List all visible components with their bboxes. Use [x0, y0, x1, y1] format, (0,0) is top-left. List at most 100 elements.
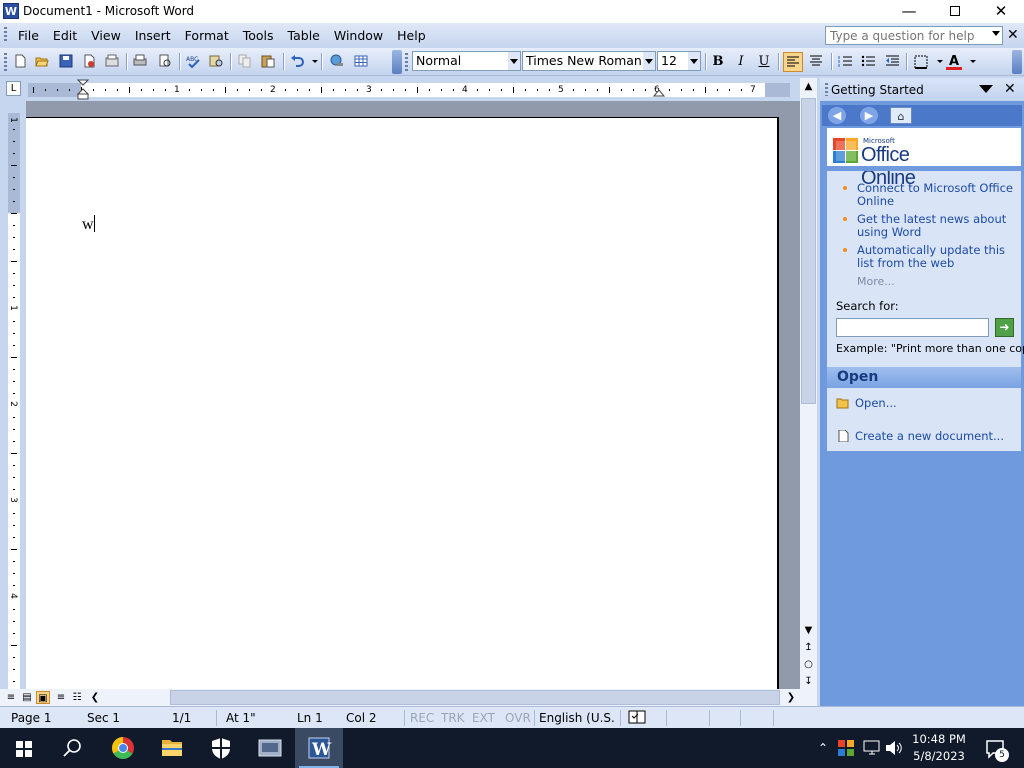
save-button[interactable]: [57, 52, 75, 70]
bullets-button[interactable]: [858, 52, 878, 72]
status-rec[interactable]: REC: [410, 711, 434, 725]
indent-marker[interactable]: [77, 79, 89, 101]
menu-window[interactable]: Window: [327, 27, 390, 44]
menu-help[interactable]: Help: [390, 27, 433, 44]
open-button[interactable]: [33, 52, 51, 70]
search-go-button[interactable]: ➜: [995, 318, 1014, 337]
chrome-taskbar-button[interactable]: [99, 728, 147, 768]
outline-view-button[interactable]: ≡: [54, 691, 68, 704]
font-size-dropdown-arrow[interactable]: [688, 52, 700, 70]
font-dropdown-arrow[interactable]: [643, 52, 655, 70]
search-button[interactable]: [48, 728, 96, 768]
maximize-button[interactable]: [932, 0, 978, 23]
borders-dropdown[interactable]: [932, 52, 943, 70]
insert-table-button[interactable]: [352, 52, 370, 70]
copy-button[interactable]: [236, 52, 254, 70]
browse-object-button[interactable]: ○: [800, 656, 817, 673]
menu-file[interactable]: File: [11, 27, 46, 44]
menu-table[interactable]: Table: [281, 27, 327, 44]
print-preview-button[interactable]: [156, 52, 174, 70]
font-size-combo[interactable]: 12: [657, 51, 701, 71]
volume-icon[interactable]: [884, 728, 904, 768]
style-combo[interactable]: Normal: [412, 51, 521, 71]
italic-button[interactable]: I: [731, 52, 751, 72]
open-file-link[interactable]: Open...: [836, 396, 897, 410]
word-app-icon[interactable]: W: [3, 3, 19, 19]
spelling-button[interactable]: ABC: [184, 52, 202, 70]
task-pane-menu-arrow[interactable]: [979, 85, 993, 93]
vertical-scrollbar[interactable]: ▲ ▼ ↥ ○ ↧: [800, 78, 817, 689]
more-link[interactable]: More...: [857, 275, 895, 288]
start-button[interactable]: [0, 728, 48, 768]
security-taskbar-button[interactable]: [197, 728, 245, 768]
print-layout-button[interactable]: ▣: [36, 691, 50, 704]
normal-view-button[interactable]: ≡: [4, 691, 18, 704]
show-hidden-icons-button[interactable]: ⌃: [814, 728, 832, 768]
align-left-button[interactable]: [783, 52, 803, 72]
borders-button[interactable]: [911, 52, 931, 72]
email-button[interactable]: [103, 52, 121, 70]
close-document-button[interactable]: ✕: [1007, 27, 1019, 43]
font-color-button[interactable]: A: [944, 52, 964, 72]
control-panel-taskbar-button[interactable]: [246, 728, 294, 768]
formatting-options-chevron[interactable]: [1012, 50, 1022, 74]
scroll-down-button[interactable]: ▼: [800, 622, 817, 639]
style-dropdown-arrow[interactable]: [508, 52, 520, 70]
font-combo[interactable]: Times New Roman: [522, 51, 656, 71]
numbering-button[interactable]: [835, 52, 855, 72]
bold-button[interactable]: B: [708, 52, 728, 72]
menu-insert[interactable]: Insert: [128, 27, 178, 44]
scroll-up-button[interactable]: ▲: [800, 78, 817, 95]
toolbar-options-chevron[interactable]: [392, 50, 402, 74]
center-button[interactable]: [806, 52, 826, 72]
font-color-dropdown[interactable]: [965, 52, 976, 70]
document-page[interactable]: w: [26, 117, 779, 689]
scroll-right-button[interactable]: ❯: [784, 691, 798, 704]
menu-tools[interactable]: Tools: [236, 27, 281, 44]
previous-page-button[interactable]: ↥: [800, 639, 817, 656]
right-indent-marker[interactable]: [653, 88, 665, 98]
create-new-document-link[interactable]: Create a new document...: [836, 429, 1004, 443]
link-auto-update-list[interactable]: Automatically update this list from the …: [837, 244, 1017, 270]
status-ext[interactable]: EXT: [472, 711, 495, 725]
next-page-button[interactable]: ↧: [800, 673, 817, 690]
menu-grip[interactable]: [4, 27, 7, 43]
tab-selector[interactable]: L: [6, 81, 21, 96]
formatting-toolbar-grip[interactable]: [405, 53, 408, 71]
underline-button[interactable]: U: [754, 52, 774, 72]
help-search-input[interactable]: [826, 27, 986, 44]
horizontal-scroll-thumb[interactable]: [170, 690, 780, 705]
research-button[interactable]: [207, 52, 225, 70]
action-center-button[interactable]: 5: [976, 728, 1016, 768]
status-language[interactable]: English (U.S.: [539, 711, 615, 725]
spelling-status-icon[interactable]: [628, 710, 646, 727]
file-explorer-taskbar-button[interactable]: [148, 728, 196, 768]
help-dropdown-arrow[interactable]: [992, 31, 1000, 36]
reading-layout-button[interactable]: ☷: [70, 691, 84, 704]
search-for-input[interactable]: [836, 318, 989, 337]
status-ovr[interactable]: OVR: [505, 711, 531, 725]
forward-icon[interactable]: ▶: [860, 107, 878, 124]
clock[interactable]: 10:48 PM 5/8/2023: [906, 728, 972, 768]
task-pane-close-button[interactable]: ✕: [1004, 81, 1016, 97]
back-icon[interactable]: ◀: [828, 107, 846, 124]
close-window-button[interactable]: ✕: [978, 0, 1024, 23]
decrease-indent-button[interactable]: [882, 52, 902, 72]
print-button[interactable]: [131, 52, 149, 70]
document-text[interactable]: w: [82, 215, 95, 234]
paste-button[interactable]: [259, 52, 277, 70]
network-icon[interactable]: [862, 728, 882, 768]
link-latest-news[interactable]: Get the latest news about using Word: [837, 213, 1017, 239]
menu-edit[interactable]: Edit: [46, 27, 84, 44]
task-pane-grip[interactable]: [825, 83, 828, 96]
help-search-box[interactable]: [825, 26, 1003, 45]
web-layout-button[interactable]: ▤: [20, 691, 34, 704]
menu-view[interactable]: View: [84, 27, 128, 44]
word-taskbar-button[interactable]: W: [295, 728, 343, 768]
minimize-button[interactable]: —: [886, 0, 932, 23]
horizontal-ruler[interactable]: 1234567: [28, 83, 790, 97]
menu-format[interactable]: Format: [178, 27, 236, 44]
undo-button[interactable]: [288, 52, 306, 70]
permission-button[interactable]: [80, 52, 98, 70]
insert-hyperlink-button[interactable]: [328, 52, 346, 70]
